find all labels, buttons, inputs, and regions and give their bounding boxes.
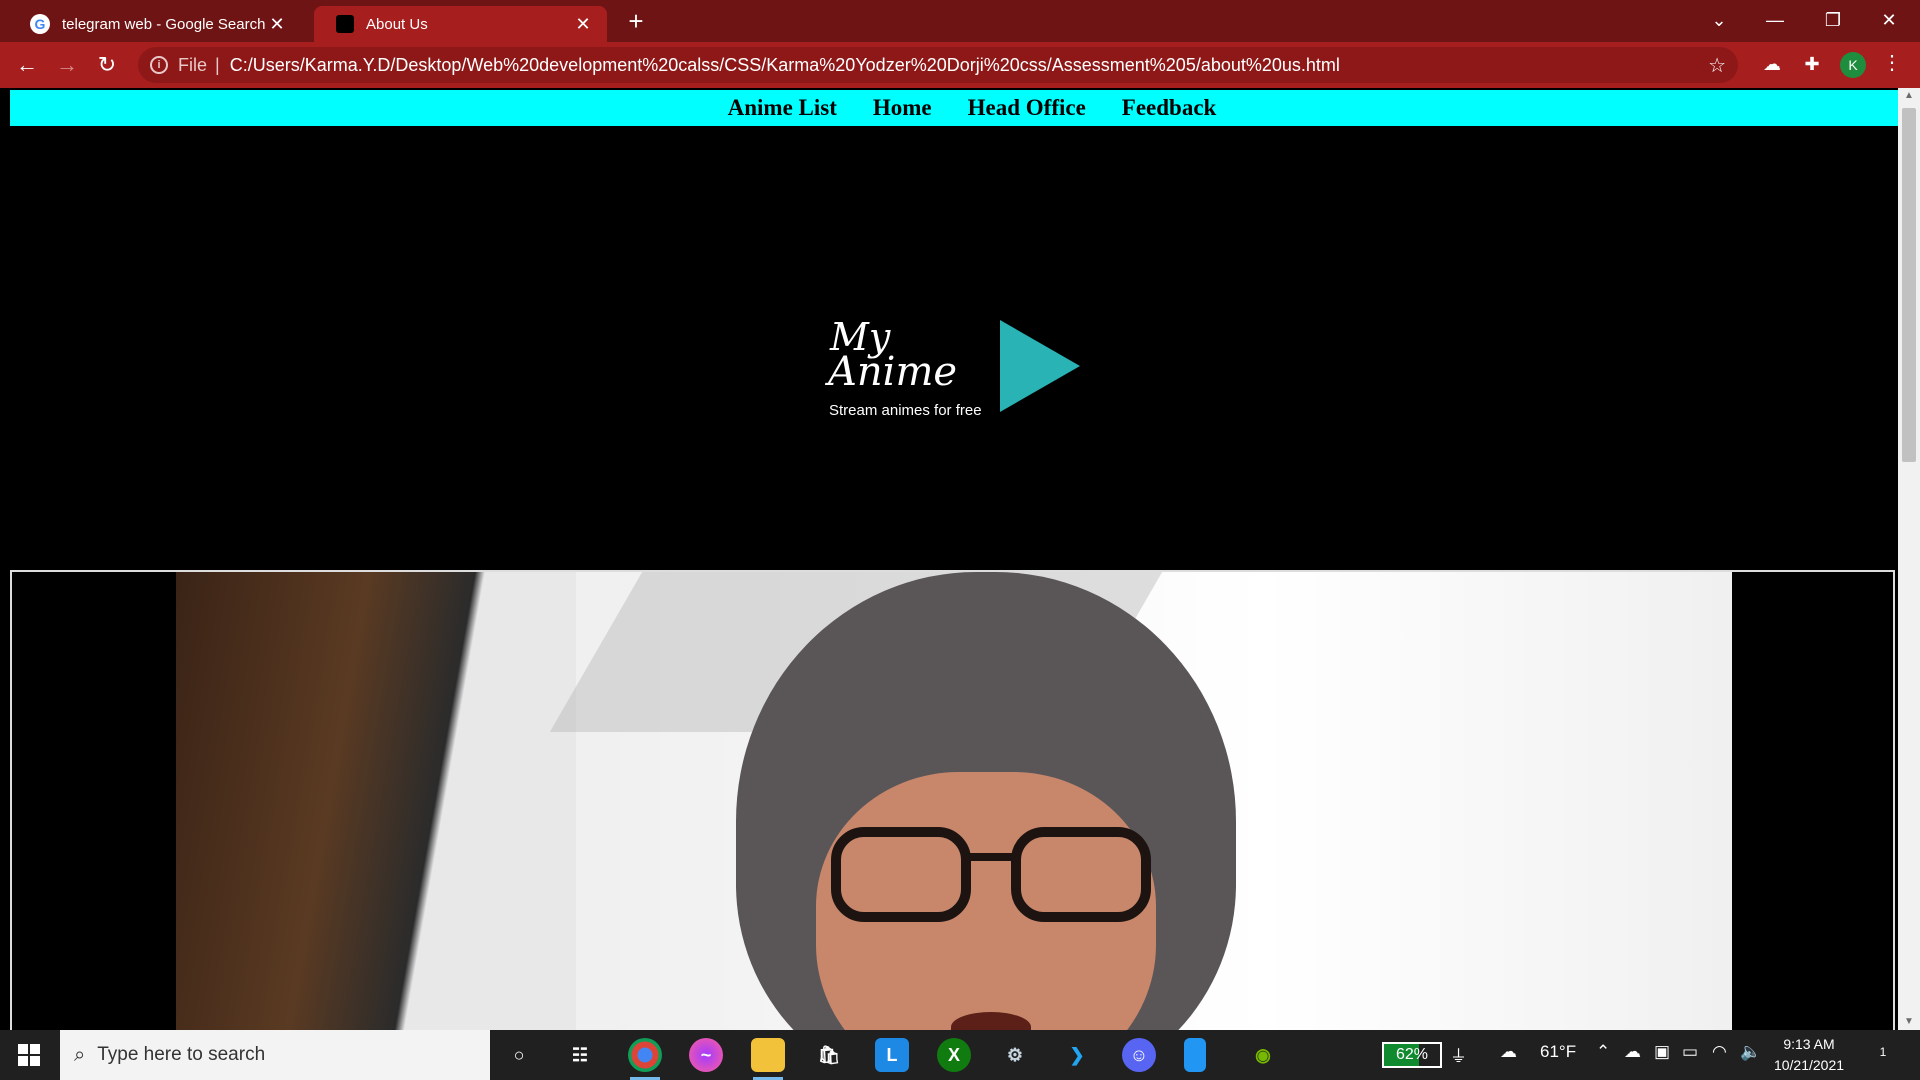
start-button[interactable]	[0, 1030, 58, 1080]
vscode-icon[interactable]: ❯	[1060, 1038, 1094, 1072]
blue-app-icon[interactable]	[1184, 1038, 1206, 1072]
address-bar[interactable]: i File | C:/Users/Karma.Y.D/Desktop/Web%…	[138, 47, 1738, 83]
extensions-puzzle-icon[interactable]: ✚	[1800, 52, 1824, 76]
search-placeholder: Type here to search	[97, 1044, 266, 1065]
onedrive-icon[interactable]: ☁	[1624, 1042, 1641, 1062]
meet-now-icon[interactable]: ▣	[1654, 1042, 1670, 1062]
store-icon[interactable]: 🛍	[812, 1038, 846, 1072]
site-logo: My Anime Stream animes for free	[826, 318, 1086, 438]
windows-logo-icon	[18, 1044, 40, 1066]
browser-toolbar: ← → ↻ i File | C:/Users/Karma.Y.D/Deskto…	[0, 42, 1920, 88]
power-plug-icon[interactable]: ⏚	[1450, 1042, 1467, 1067]
battery-indicator[interactable]: 62%	[1382, 1042, 1442, 1068]
restore-button[interactable]: ❐	[1810, 0, 1856, 40]
clock-date: 10/21/2021	[1773, 1057, 1845, 1073]
url-text[interactable]: C:/Users/Karma.Y.D/Desktop/Web%20develop…	[230, 55, 1340, 76]
profile-avatar[interactable]: K	[1840, 52, 1866, 78]
close-tab-icon[interactable]: ✕	[267, 14, 287, 35]
browser-tab-bar: G telegram web - Google Search ✕ About U…	[0, 0, 1920, 42]
forward-button[interactable]: →	[52, 50, 82, 80]
volume-icon[interactable]: 🔈	[1740, 1042, 1761, 1062]
close-window-button[interactable]: ✕	[1866, 0, 1912, 40]
nav-home[interactable]: Home	[873, 95, 932, 121]
taskbar-search-box[interactable]: ⌕ Type here to search	[60, 1030, 490, 1080]
tab-title: telegram web - Google Search	[62, 15, 266, 33]
nav-anime-list[interactable]: Anime List	[728, 95, 837, 121]
info-icon[interactable]: i	[150, 56, 168, 74]
notification-count: 1	[1879, 1045, 1887, 1059]
search-icon: ⌕	[74, 1043, 86, 1066]
windows-taskbar: ⌕ Type here to search ○ ☷ ~ 🛍 L X ⚙ ❯ ☺ …	[0, 1030, 1920, 1080]
extension-cloud-icon[interactable]: ☁	[1760, 52, 1784, 76]
xbox-icon[interactable]: X	[937, 1038, 971, 1072]
bookmark-star-icon[interactable]: ☆	[1708, 53, 1726, 78]
steam-icon[interactable]: ⚙	[998, 1038, 1032, 1072]
notification-center-icon[interactable]: 1	[1868, 1040, 1898, 1070]
clock-time: 9:13 AM	[1783, 1036, 1835, 1052]
close-tab-icon[interactable]: ✕	[573, 14, 593, 35]
page-viewport: Anime List Home Head Office Feedback My …	[0, 88, 1920, 1030]
chrome-icon[interactable]	[628, 1038, 662, 1080]
messenger-icon[interactable]: ~	[689, 1038, 723, 1072]
battery-icon[interactable]: ▭	[1682, 1042, 1698, 1062]
system-clock[interactable]: 9:13 AM 10/21/2021	[1768, 1034, 1850, 1076]
tab-google-search[interactable]: G telegram web - Google Search ✕	[8, 6, 301, 42]
nav-feedback[interactable]: Feedback	[1122, 95, 1217, 121]
site-icon	[336, 15, 354, 33]
video-frame[interactable]	[10, 570, 1895, 1030]
task-view-icon[interactable]: ☷	[563, 1038, 597, 1072]
battery-percent: 62%	[1395, 1046, 1429, 1063]
tab-title: About Us	[366, 15, 428, 33]
video-bookshelf	[176, 572, 576, 1030]
browser-menu-icon[interactable]: ⋮	[1880, 50, 1904, 78]
cortana-icon[interactable]: ○	[502, 1038, 536, 1072]
scroll-down-arrow-icon[interactable]: ▼	[1898, 1014, 1920, 1030]
weather-temp[interactable]: 61°F	[1540, 1042, 1576, 1062]
play-icon	[1000, 320, 1080, 412]
weather-icon[interactable]: ☁	[1500, 1042, 1517, 1062]
page-scrollbar[interactable]: ▲ ▼	[1898, 88, 1920, 1030]
new-tab-button[interactable]: +	[620, 6, 652, 38]
back-button[interactable]: ←	[12, 50, 42, 80]
scroll-up-arrow-icon[interactable]: ▲	[1898, 88, 1920, 104]
logo-tagline: Stream animes for free	[829, 402, 982, 419]
site-navigation: Anime List Home Head Office Feedback	[10, 90, 1898, 126]
nav-head-office[interactable]: Head Office	[968, 95, 1086, 121]
show-hidden-icons-icon[interactable]: ⌃	[1596, 1042, 1610, 1062]
l-app-icon[interactable]: L	[875, 1038, 909, 1072]
reload-button[interactable]: ↻	[92, 50, 122, 80]
tab-search-icon[interactable]: ⌄	[1696, 0, 1742, 40]
wifi-icon[interactable]: ◠	[1712, 1042, 1727, 1062]
nvidia-icon[interactable]: ◉	[1246, 1038, 1280, 1072]
video-glasses	[831, 827, 1151, 922]
discord-icon[interactable]: ☺	[1122, 1038, 1156, 1072]
file-explorer-icon[interactable]	[751, 1038, 785, 1080]
tab-about-us[interactable]: About Us ✕	[314, 6, 607, 42]
webcam-video[interactable]	[176, 572, 1732, 1030]
minimize-button[interactable]: —	[1752, 0, 1798, 40]
google-g-icon: G	[30, 14, 50, 34]
url-separator: |	[215, 54, 220, 75]
url-scheme: File	[178, 54, 208, 75]
scrollbar-thumb[interactable]	[1902, 108, 1916, 462]
logo-line-anime: Anime	[828, 349, 958, 395]
